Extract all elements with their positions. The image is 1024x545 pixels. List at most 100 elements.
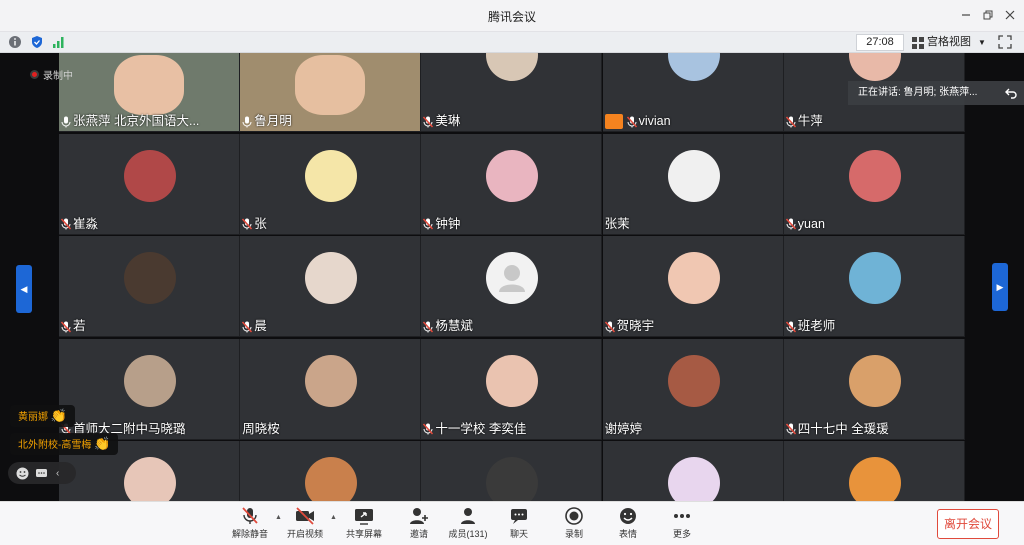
mic-muted-icon — [604, 320, 615, 333]
prev-page-button[interactable]: ◀ — [16, 265, 32, 313]
participant-name: 张茉 — [604, 216, 630, 231]
avatar — [848, 252, 901, 304]
info-bar: 27:08 宫格视图 ▼ — [0, 32, 1024, 53]
video-feed — [295, 55, 366, 115]
mic-muted-icon — [242, 218, 253, 230]
start-video-label: 开启视频 — [286, 529, 323, 539]
share-screen-label: 共享屏幕 — [345, 529, 382, 539]
avatar — [848, 149, 901, 202]
view-mode-selector[interactable]: 宫格视图 ▼ — [906, 34, 992, 51]
members-label: 成员(131) — [448, 529, 488, 539]
avatar — [305, 354, 358, 407]
avatar — [486, 149, 539, 202]
chat-button[interactable]: 聊天 — [491, 506, 547, 544]
mic-muted-icon — [785, 423, 796, 435]
chat-icon — [511, 509, 527, 524]
emoji-icon[interactable] — [16, 467, 29, 480]
participant-tile[interactable]: 钟钟 — [421, 133, 603, 235]
unmute-button[interactable]: 解除静音 — [222, 506, 278, 544]
participant-tile[interactable]: 鲁月明 — [240, 53, 422, 132]
more-button[interactable]: 更多 — [654, 506, 710, 544]
raised-hand-item[interactable]: 黄丽娜 👏 — [10, 405, 75, 427]
user-avatar-icon — [604, 114, 623, 129]
participant-tile[interactable]: 崔淼 — [59, 133, 240, 235]
arrow-right-icon: ▶ — [996, 282, 1004, 292]
participant-tile[interactable] — [783, 441, 965, 501]
participant-tile[interactable]: 美琳 — [421, 53, 603, 132]
restore-icon — [983, 10, 993, 20]
participant-tile[interactable]: 若 — [59, 236, 240, 337]
participant-tile[interactable] — [240, 441, 422, 501]
participant-tile[interactable]: 谢婷婷 — [602, 338, 784, 440]
chevron-down-icon: ▼ — [978, 38, 986, 47]
minimize-button[interactable] — [956, 6, 976, 26]
participant-name: 谢婷婷 — [604, 421, 643, 436]
camera-off-icon — [296, 507, 314, 525]
people-icon — [461, 508, 475, 524]
participant-label: 周晓桉 — [242, 421, 280, 438]
more-dots-icon — [674, 514, 690, 518]
participant-label: 谢婷婷 — [605, 421, 643, 438]
close-button[interactable] — [1000, 6, 1020, 26]
info-icon[interactable] — [8, 35, 22, 49]
reaction-button[interactable]: 表情 — [600, 506, 656, 544]
participant-label: 张燕萍 北京外国语大... — [61, 113, 199, 130]
participant-tile[interactable]: 杨慧斌 — [421, 236, 603, 337]
invite-button[interactable]: 邀请 — [391, 506, 447, 544]
participant-label: 晨 — [242, 318, 267, 335]
recording-label: 录制中 — [43, 71, 73, 82]
participant-tile[interactable]: vivian — [602, 53, 784, 132]
participant-label: 杨慧斌 — [423, 318, 473, 335]
avatar — [124, 149, 176, 202]
participant-tile[interactable]: 十一学校 李奕佳 — [421, 338, 603, 440]
leave-meeting-button[interactable]: 离开会议 — [937, 509, 999, 539]
avatar — [667, 53, 720, 81]
participant-tile[interactable]: 张 — [240, 133, 422, 235]
participant-name: 若 — [73, 319, 86, 333]
chat-label: 聊天 — [509, 529, 528, 539]
security-shield-icon[interactable] — [30, 35, 44, 49]
fullscreen-icon[interactable] — [998, 35, 1012, 49]
participant-label: 贺晓宇 — [604, 318, 655, 335]
mic-muted-icon — [423, 320, 434, 333]
chat-bubble-icon[interactable] — [35, 467, 48, 480]
next-page-button[interactable]: ▶ — [992, 263, 1008, 311]
start-video-button[interactable]: 开启视频 — [277, 506, 333, 544]
window-title: 腾讯会议 — [487, 10, 536, 24]
signal-icon[interactable] — [52, 35, 66, 49]
avatar — [486, 354, 539, 407]
record-button[interactable]: 录制 — [546, 506, 602, 544]
more-label: 更多 — [672, 529, 691, 539]
avatar — [667, 354, 720, 407]
raised-hand-item[interactable]: 北外附校-高雪梅 👏 — [10, 433, 119, 455]
share-screen-button[interactable]: 共享屏幕 — [336, 506, 392, 544]
participant-tile[interactable]: 周晓桉 — [240, 338, 422, 440]
share-screen-icon — [355, 509, 373, 525]
grid-view-icon — [912, 37, 924, 49]
participant-tile[interactable]: 晨 — [240, 236, 422, 337]
collapse-chevron-icon[interactable]: ‹ — [56, 468, 59, 479]
participant-label: 张茉 — [605, 216, 630, 233]
participant-tile[interactable] — [602, 441, 784, 501]
participant-tile[interactable]: yuan — [783, 133, 965, 235]
minimize-icon — [962, 14, 970, 16]
participant-tile[interactable]: 班老师 — [783, 236, 965, 337]
arrow-left-icon: ◀ — [20, 284, 28, 294]
participant-label: 若 — [61, 318, 86, 335]
reaction-label: 表情 — [618, 529, 637, 539]
participant-name: 贺晓宇 — [616, 319, 655, 333]
participant-label: 牛萍 — [785, 113, 823, 130]
avatar — [305, 252, 358, 304]
return-arrow-icon[interactable] — [1004, 86, 1018, 100]
participant-tile[interactable]: 张燕萍 北京外国语大... — [59, 53, 240, 132]
participant-name: 美琳 — [435, 114, 461, 128]
mic-muted-icon — [423, 218, 434, 230]
participant-tile[interactable] — [421, 441, 603, 501]
members-button[interactable]: 成员(131) — [440, 506, 496, 544]
participant-tile[interactable]: 张茉 — [602, 133, 784, 235]
clap-hands-icon: 👏 — [94, 436, 111, 451]
participant-tile[interactable]: 贺晓宇 — [602, 236, 784, 337]
participant-tile[interactable]: 四十七中 全瑗瑗 — [783, 338, 965, 440]
restore-button[interactable] — [978, 6, 998, 26]
participant-tile[interactable]: 首师大二附中马晓璐 — [59, 338, 240, 440]
